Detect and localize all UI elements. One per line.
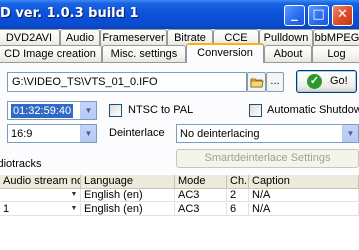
caption-cell: N/A bbox=[249, 189, 359, 202]
tab-label: Misc. settings bbox=[110, 48, 178, 60]
tab-label: bbMPEG bbox=[314, 32, 359, 44]
tab-cd-image-creation[interactable]: CD Image creation bbox=[0, 45, 102, 63]
open-folder-button[interactable] bbox=[247, 72, 266, 92]
tab-label: Pulldown bbox=[263, 32, 309, 44]
language-cell: English (en) bbox=[81, 203, 175, 216]
chevron-down-icon[interactable]: ▼ bbox=[69, 204, 79, 214]
table-row[interactable]: ▼ English (en) AC3 2 N/A bbox=[0, 189, 359, 202]
browse-button[interactable]: ... bbox=[266, 72, 284, 92]
aspect-ratio-select[interactable]: 16:9 ▼ bbox=[7, 124, 97, 143]
window-title: D ver. 1.0.3 build 1 bbox=[0, 6, 139, 21]
mode-cell: AC3 bbox=[175, 189, 227, 202]
duration-select[interactable]: 01:32:59:40 ▼ bbox=[7, 101, 97, 120]
stream-cell[interactable]: ▼ bbox=[0, 189, 81, 202]
channels-cell: 6 bbox=[227, 203, 249, 216]
tab-misc-settings[interactable]: Misc. settings bbox=[102, 45, 186, 63]
title-bar: D ver. 1.0.3 build 1 _ □ ✕ bbox=[0, 0, 359, 29]
tab-label: Log bbox=[327, 48, 346, 60]
column-header[interactable]: Ch. bbox=[227, 175, 249, 189]
maximize-icon: □ bbox=[312, 7, 325, 22]
caption-cell: N/A bbox=[249, 203, 359, 216]
channels-cell: 2 bbox=[227, 189, 249, 202]
stream-cell[interactable]: 1 ▼ bbox=[0, 203, 81, 216]
duration-value: 01:32:59:40 bbox=[11, 104, 74, 118]
chevron-down-icon[interactable]: ▼ bbox=[80, 125, 96, 142]
language-cell: English (en) bbox=[81, 189, 175, 202]
column-header[interactable]: Language bbox=[81, 175, 175, 189]
deinterlace-value: No deinterlacing bbox=[180, 128, 260, 140]
chevron-down-icon[interactable]: ▼ bbox=[80, 102, 96, 119]
audiotracks-label: Audiotracks bbox=[0, 158, 42, 170]
audiotracks-table: Audio stream no. Language Mode Ch. Capti… bbox=[0, 175, 359, 250]
go-label: Go! bbox=[330, 75, 348, 87]
close-icon: ✕ bbox=[337, 7, 348, 22]
auto-shutdown-checkbox[interactable] bbox=[249, 104, 262, 117]
mode-cell: AC3 bbox=[175, 203, 227, 216]
tab-label: Audio bbox=[65, 32, 95, 44]
minimize-button[interactable]: _ bbox=[284, 5, 305, 26]
go-button[interactable]: ✓ Go! bbox=[296, 70, 357, 93]
ntsc-to-pal-checkbox[interactable] bbox=[109, 104, 122, 117]
stream-value: 1 bbox=[3, 203, 10, 215]
close-button[interactable]: ✕ bbox=[332, 5, 353, 26]
minimize-icon: _ bbox=[291, 7, 298, 22]
folder-icon bbox=[250, 78, 263, 88]
tab-about[interactable]: About bbox=[264, 45, 312, 63]
tab-label: About bbox=[273, 48, 303, 60]
tab-label: CD Image creation bbox=[4, 48, 96, 60]
aspect-ratio-value: 16:9 bbox=[11, 128, 33, 140]
column-header[interactable]: Mode bbox=[175, 175, 227, 189]
smartdeinterlace-label: Smartdeinterlace Settings bbox=[204, 152, 331, 164]
source-path-field[interactable]: G:\VIDEO_TS\VTS_01_0.IFO bbox=[7, 72, 247, 92]
table-row[interactable]: 1 ▼ English (en) AC3 6 N/A bbox=[0, 203, 359, 216]
smartdeinterlace-settings-button: Smartdeinterlace Settings bbox=[176, 149, 359, 168]
browse-label: ... bbox=[270, 75, 280, 87]
deinterlace-select[interactable]: No deinterlacing ▼ bbox=[176, 124, 359, 143]
tab-log[interactable]: Log bbox=[312, 45, 359, 63]
tab-label: DVD2AVI bbox=[5, 32, 53, 44]
tab-label: Frameserver bbox=[102, 32, 165, 44]
column-header[interactable]: Audio stream no. bbox=[0, 175, 81, 189]
source-path-value: G:\VIDEO_TS\VTS_01_0.IFO bbox=[12, 76, 158, 88]
tab-conversion[interactable]: Conversion bbox=[186, 43, 264, 63]
deinterlace-label: Deinterlace bbox=[109, 127, 165, 139]
maximize-button[interactable]: □ bbox=[308, 5, 329, 26]
chevron-down-icon[interactable]: ▼ bbox=[342, 125, 358, 142]
table-header: Audio stream no. Language Mode Ch. Capti… bbox=[0, 175, 359, 189]
auto-shutdown-label: Automatic Shutdown bbox=[267, 104, 359, 116]
tab-label: Conversion bbox=[197, 47, 253, 59]
checkmark-icon: ✓ bbox=[307, 74, 322, 89]
chevron-down-icon[interactable]: ▼ bbox=[69, 190, 79, 200]
ntsc-to-pal-label: NTSC to PAL bbox=[128, 104, 194, 116]
column-header[interactable]: Caption bbox=[249, 175, 359, 189]
